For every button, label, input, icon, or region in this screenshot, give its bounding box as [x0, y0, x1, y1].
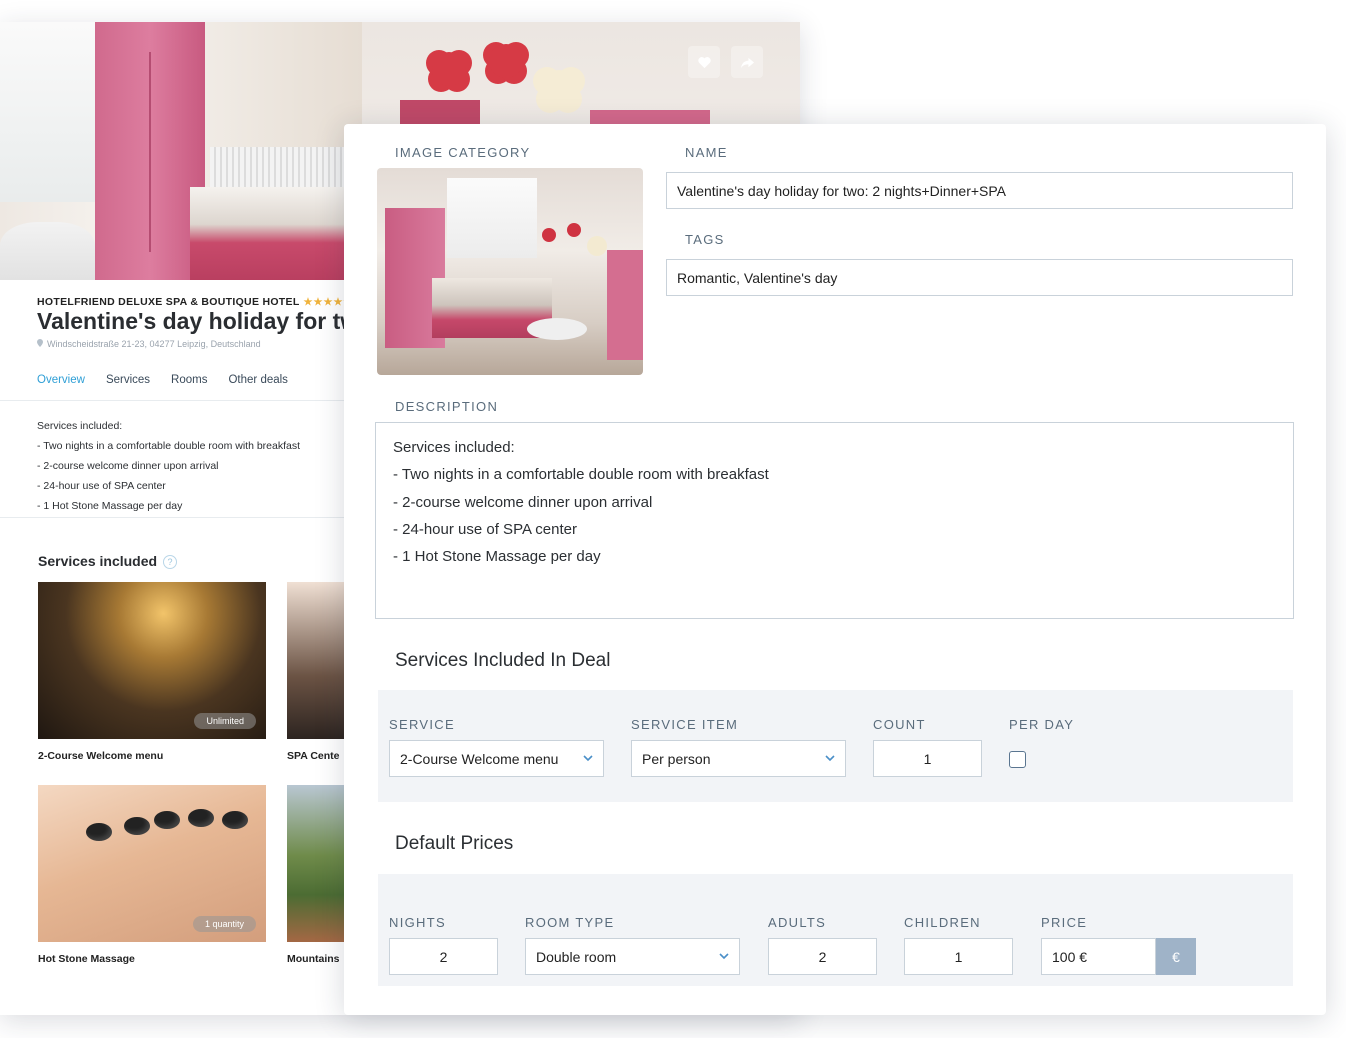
adults-input[interactable]: 2 — [768, 938, 877, 975]
per-day-checkbox[interactable] — [1009, 751, 1026, 768]
price-label: PRICE — [1041, 915, 1088, 930]
tab-services[interactable]: Services — [106, 374, 150, 386]
price-input[interactable]: 100 € — [1041, 938, 1156, 975]
prices-section-title: Default Prices — [395, 833, 514, 854]
name-input[interactable]: Valentine's day holiday for two: 2 night… — [666, 172, 1293, 209]
description-label: DESCRIPTION — [395, 399, 499, 414]
service-card[interactable]: Unlimited 2-Course Welcome menu — [38, 582, 266, 762]
deal-title: Valentine's day holiday for tw — [37, 308, 359, 334]
count-input[interactable]: 1 — [873, 740, 982, 777]
address: Windscheidstraße 21-23, 04277 Leipzig, D… — [37, 339, 261, 349]
name-label: NAME — [685, 145, 728, 160]
service-item-label: SERVICE ITEM — [631, 717, 739, 732]
category-image[interactable] — [377, 168, 643, 375]
deal-edit-panel: IMAGE CATEGORY NAME Valentine's day holi… — [344, 124, 1326, 1015]
deal-tabs: Overview Services Rooms Other deals — [37, 374, 309, 386]
map-pin-icon — [37, 339, 43, 347]
services-section-title: Services Included In Deal — [395, 650, 611, 671]
service-item-select[interactable]: Per person — [631, 740, 846, 777]
tags-label: TAGS — [685, 232, 725, 247]
service-image: 1 quantity — [38, 785, 266, 942]
service-label: 2-Course Welcome menu — [38, 750, 164, 762]
prices-row: NIGHTS 2 ROOM TYPE Double room ADULTS 2 … — [378, 874, 1293, 986]
currency-button[interactable]: € — [1156, 938, 1196, 975]
nights-input[interactable]: 2 — [389, 938, 498, 975]
quantity-badge: Unlimited — [194, 713, 256, 729]
favorite-button[interactable] — [688, 46, 720, 78]
services-row: SERVICE 2-Course Welcome menu SERVICE IT… — [378, 690, 1293, 802]
divider — [0, 400, 345, 401]
children-label: CHILDREN — [904, 915, 981, 930]
tab-overview[interactable]: Overview — [37, 374, 85, 386]
tab-rooms[interactable]: Rooms — [171, 374, 207, 386]
heart-icon — [697, 56, 711, 68]
hotel-name: HOTELFRIEND DELUXE SPA & BOUTIQUE HOTEL ★… — [37, 296, 354, 308]
children-input[interactable]: 1 — [904, 938, 1013, 975]
services-title: Services included? — [38, 553, 178, 569]
service-select[interactable]: 2-Course Welcome menu — [389, 740, 604, 777]
service-card[interactable]: 1 quantity Hot Stone Massage — [38, 785, 266, 965]
image-category-label: IMAGE CATEGORY — [395, 145, 531, 160]
chevron-down-icon — [825, 755, 835, 762]
per-day-label: PER DAY — [1009, 717, 1075, 732]
divider — [0, 517, 345, 518]
service-image: Unlimited — [38, 582, 266, 739]
description-textarea[interactable]: Services included: - Two nights in a com… — [375, 422, 1294, 619]
tab-other-deals[interactable]: Other deals — [228, 374, 287, 386]
tags-input[interactable]: Romantic, Valentine's day — [666, 259, 1293, 296]
count-label: COUNT — [873, 717, 926, 732]
service-label: Hot Stone Massage — [38, 953, 135, 965]
room-type-select[interactable]: Double room — [525, 938, 740, 975]
deal-description: Services included: - Two nights in a com… — [37, 420, 301, 512]
chevron-down-icon — [719, 953, 729, 960]
room-type-label: ROOM TYPE — [525, 915, 615, 930]
chevron-down-icon — [583, 755, 593, 762]
nights-label: NIGHTS — [389, 915, 446, 930]
adults-label: ADULTS — [768, 915, 827, 930]
share-button[interactable] — [731, 46, 763, 78]
share-icon — [740, 57, 754, 68]
quantity-badge: 1 quantity — [192, 916, 256, 932]
service-label: SERVICE — [389, 717, 455, 732]
help-icon[interactable]: ? — [163, 555, 178, 569]
